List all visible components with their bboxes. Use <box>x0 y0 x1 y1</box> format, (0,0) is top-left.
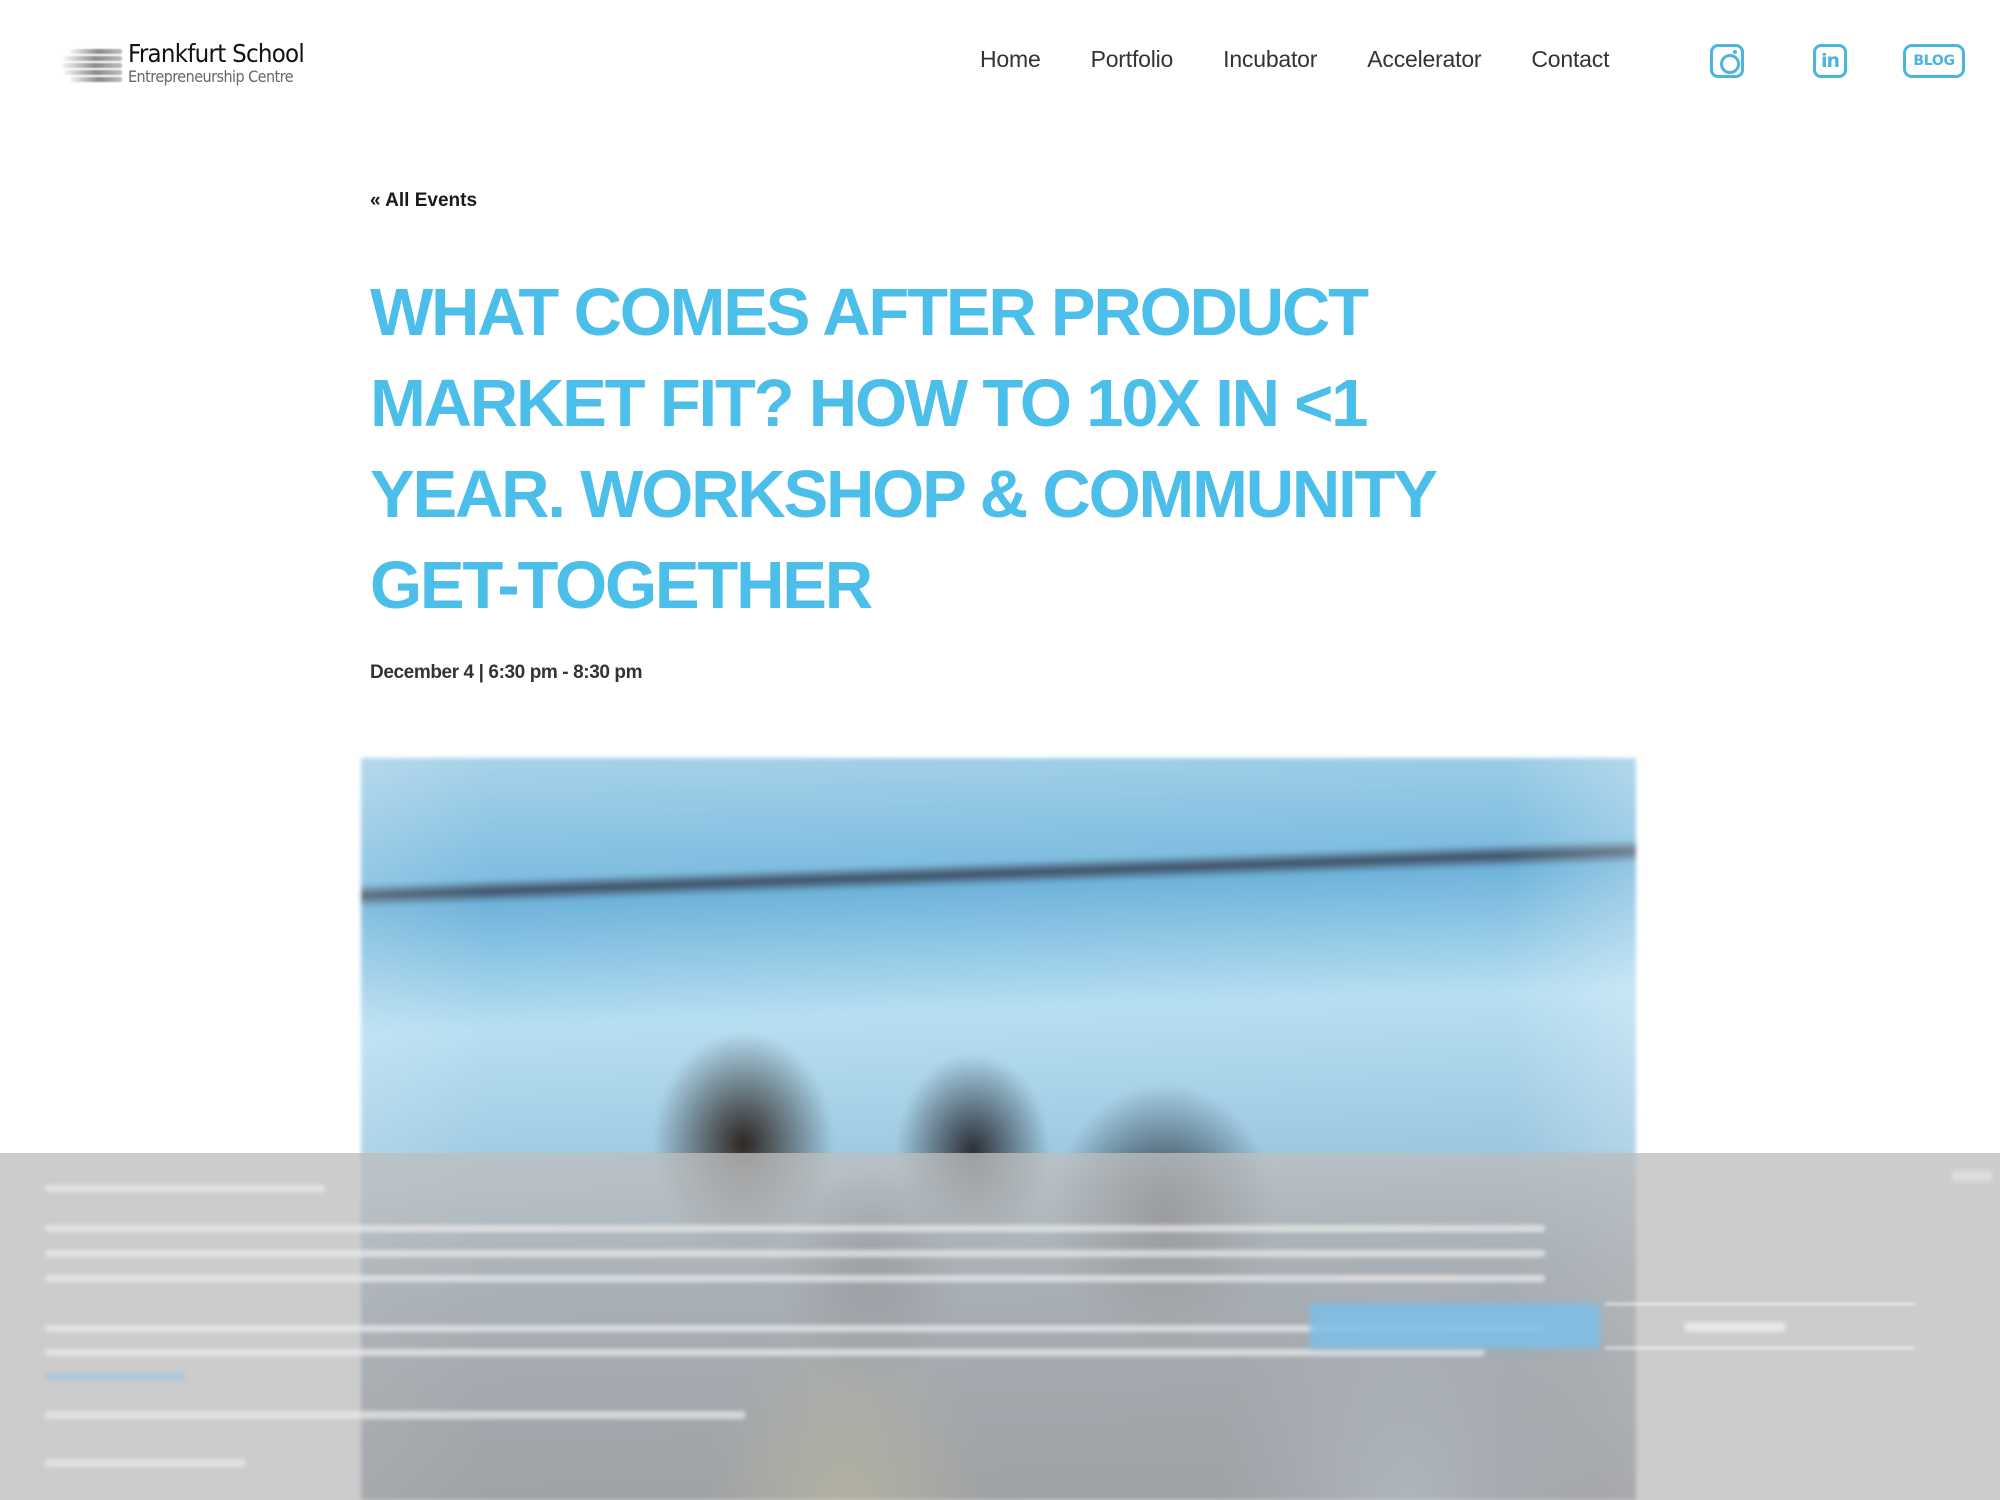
cookie-banner-text-line <box>45 1225 1545 1232</box>
cookie-banner-heading <box>45 1185 325 1192</box>
cookie-banner-footer-link[interactable] <box>45 1459 245 1467</box>
nav-incubator[interactable]: Incubator <box>1223 46 1317 73</box>
cookie-banner-text-line <box>45 1275 1545 1282</box>
all-events-link[interactable]: « All Events <box>370 190 477 212</box>
nav-portfolio[interactable]: Portfolio <box>1091 46 1174 73</box>
site-header: Frankfurt School Entrepreneurship Centre… <box>0 0 2000 125</box>
logo-text: Frankfurt School Entrepreneurship Centre <box>128 41 319 85</box>
blog-icon[interactable]: BLOG <box>1903 44 1965 78</box>
site-logo[interactable]: Frankfurt School Entrepreneurship Centre <box>62 38 322 88</box>
cookie-banner-text-line <box>45 1250 1545 1257</box>
nav-home[interactable]: Home <box>980 46 1041 73</box>
instagram-icon[interactable] <box>1710 44 1744 78</box>
nav-contact[interactable]: Contact <box>1531 46 1609 73</box>
event-date: December 4 | 6:30 pm - 8:30 pm <box>370 662 643 683</box>
linkedin-icon[interactable]: in <box>1813 44 1847 78</box>
privacy-policy-link[interactable] <box>45 1373 185 1380</box>
logo-mark-icon <box>62 43 122 83</box>
close-icon[interactable] <box>1952 1171 1992 1181</box>
nav-accelerator[interactable]: Accelerator <box>1367 46 1481 73</box>
cookie-banner <box>0 1153 2000 1500</box>
cookie-settings-label <box>1685 1323 1785 1331</box>
main-nav: Home Portfolio Incubator Accelerator Con… <box>980 46 1609 73</box>
cookie-settings-button[interactable] <box>1605 1303 1915 1349</box>
event-title: What Comes After Product Market Fit? How… <box>370 275 1437 623</box>
logo-subtitle: Entrepreneurship Centre <box>128 67 294 86</box>
accept-cookies-button[interactable] <box>1310 1303 1600 1349</box>
cookie-banner-text-line <box>45 1349 1485 1356</box>
cookie-preferences-row[interactable] <box>45 1411 745 1419</box>
logo-title: Frankfurt School <box>128 39 305 68</box>
